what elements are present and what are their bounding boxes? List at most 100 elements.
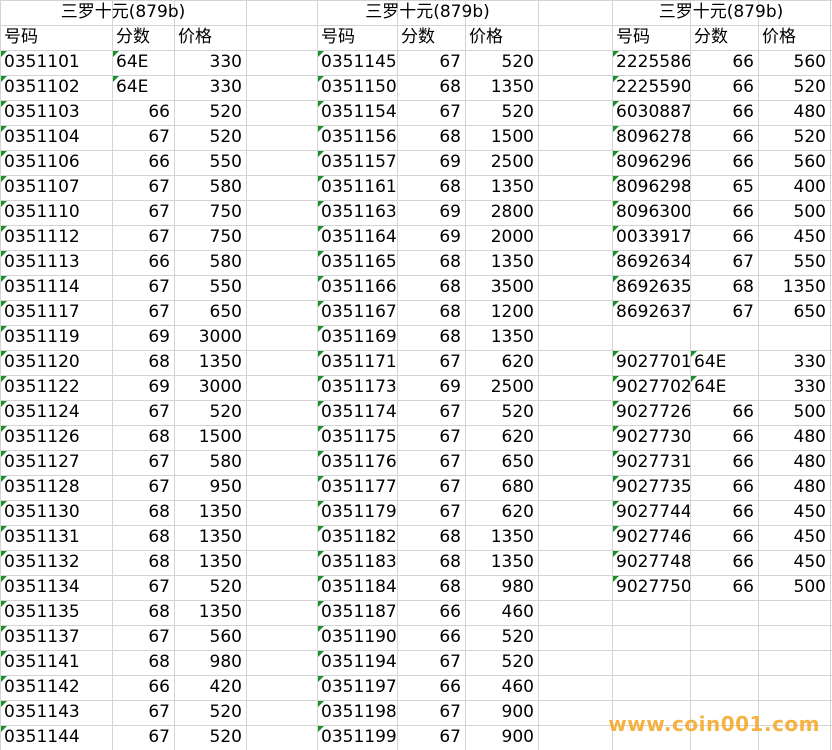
cell-price[interactable]: 1350	[174, 525, 246, 550]
cell-number[interactable]: 0351130	[0, 500, 112, 525]
cell-price[interactable]: 580	[174, 450, 246, 475]
cell-grade[interactable]: 69	[112, 375, 174, 400]
cell-grade[interactable]: 68	[397, 250, 465, 275]
cell-number[interactable]: 8096278	[612, 125, 690, 150]
cell-grade[interactable]: 66	[397, 675, 465, 700]
cell-number[interactable]: 9027701	[612, 350, 690, 375]
cell-grade[interactable]: 67	[112, 275, 174, 300]
cell-number[interactable]: 8096300	[612, 200, 690, 225]
cell-grade[interactable]: 67	[690, 300, 758, 325]
cell-price[interactable]: 520	[465, 50, 538, 75]
cell-price[interactable]: 500	[758, 400, 830, 425]
cell-grade[interactable]	[690, 325, 758, 350]
cell-grade[interactable]: 66	[690, 225, 758, 250]
cell-price[interactable]: 2500	[465, 150, 538, 175]
cell-number[interactable]: 0351163	[317, 200, 397, 225]
cell-price[interactable]: 2000	[465, 225, 538, 250]
cell-number[interactable]: 0351150	[317, 75, 397, 100]
cell-number[interactable]: 0351156	[317, 125, 397, 150]
cell-price[interactable]: 1350	[174, 350, 246, 375]
cell-grade[interactable]: 67	[397, 475, 465, 500]
cell-price[interactable]: 580	[174, 250, 246, 275]
cell-price[interactable]: 480	[758, 475, 830, 500]
cell-grade[interactable]: 67	[112, 200, 174, 225]
cell-price[interactable]: 520	[174, 700, 246, 725]
cell-number[interactable]: 0351175	[317, 425, 397, 450]
cell-price[interactable]: 1500	[174, 425, 246, 450]
cell-price[interactable]: 3500	[465, 275, 538, 300]
cell-price[interactable]: 550	[758, 250, 830, 275]
cell-price[interactable]: 750	[174, 225, 246, 250]
cell-grade[interactable]: 66	[112, 150, 174, 175]
cell-grade[interactable]: 68	[112, 350, 174, 375]
cell-price[interactable]: 560	[174, 625, 246, 650]
cell-grade[interactable]: 67	[397, 50, 465, 75]
cell-number[interactable]: 0351183	[317, 550, 397, 575]
cell-price[interactable]	[758, 325, 830, 350]
cell-price[interactable]: 520	[174, 100, 246, 125]
cell-price[interactable]: 520	[758, 75, 830, 100]
cell-number[interactable]: 9027746	[612, 525, 690, 550]
cell-price[interactable]: 650	[174, 300, 246, 325]
cell-grade[interactable]: 68	[112, 650, 174, 675]
cell-grade[interactable]: 68	[112, 525, 174, 550]
cell-price[interactable]: 2500	[465, 375, 538, 400]
cell-number[interactable]: 0351177	[317, 475, 397, 500]
cell-number[interactable]: 0351135	[0, 600, 112, 625]
cell-grade[interactable]: 66	[690, 75, 758, 100]
cell-price[interactable]: 1350	[465, 175, 538, 200]
cell-number[interactable]: 0351157	[317, 150, 397, 175]
cell-price[interactable]: 450	[758, 500, 830, 525]
cell-grade[interactable]: 68	[690, 275, 758, 300]
cell-price[interactable]: 2800	[465, 200, 538, 225]
cell-grade[interactable]: 66	[690, 50, 758, 75]
cell-price[interactable]: 650	[758, 300, 830, 325]
cell-number[interactable]: 0351137	[0, 625, 112, 650]
cell-price[interactable]: 1350	[174, 500, 246, 525]
cell-price[interactable]: 330	[758, 375, 830, 400]
cell-number[interactable]: 8692635	[612, 275, 690, 300]
cell-price[interactable]: 480	[758, 100, 830, 125]
cell-grade[interactable]: 67	[397, 700, 465, 725]
cell-price[interactable]: 1350	[465, 250, 538, 275]
cell-price[interactable]: 500	[758, 200, 830, 225]
cell-number[interactable]: 0351113	[0, 250, 112, 275]
cell-grade[interactable]: 69	[397, 150, 465, 175]
cell-price[interactable]: 520	[174, 725, 246, 750]
cell-grade[interactable]: 66	[690, 400, 758, 425]
cell-grade[interactable]: 66	[690, 200, 758, 225]
cell-grade[interactable]: 64E	[690, 375, 758, 400]
cell-grade[interactable]: 67	[690, 250, 758, 275]
cell-grade[interactable]: 68	[112, 500, 174, 525]
cell-price[interactable]: 330	[758, 350, 830, 375]
cell-grade[interactable]: 68	[112, 600, 174, 625]
cell-price[interactable]: 400	[758, 175, 830, 200]
cell-number[interactable]: 0351143	[0, 700, 112, 725]
cell-price[interactable]: 620	[465, 425, 538, 450]
cell-grade[interactable]: 66	[397, 625, 465, 650]
cell-grade[interactable]: 66	[690, 475, 758, 500]
cell-grade[interactable]: 67	[397, 400, 465, 425]
cell-number[interactable]: 0351102	[0, 75, 112, 100]
cell-grade[interactable]: 66	[690, 525, 758, 550]
cell-price[interactable]: 750	[174, 200, 246, 225]
cell-number[interactable]: 9027730	[612, 425, 690, 450]
cell-number[interactable]: 0351144	[0, 725, 112, 750]
cell-number[interactable]: 2225590	[612, 75, 690, 100]
cell-number[interactable]: 0351132	[0, 550, 112, 575]
cell-grade[interactable]: 68	[397, 525, 465, 550]
cell-number[interactable]: 0351197	[317, 675, 397, 700]
cell-number[interactable]: 0351124	[0, 400, 112, 425]
cell-grade[interactable]: 67	[397, 450, 465, 475]
cell-number[interactable]: 0351106	[0, 150, 112, 175]
cell-number[interactable]: 0351126	[0, 425, 112, 450]
cell-price[interactable]: 980	[465, 575, 538, 600]
cell-number[interactable]: 0351167	[317, 300, 397, 325]
cell-number[interactable]: 0351120	[0, 350, 112, 375]
cell-number[interactable]: 6030887	[612, 100, 690, 125]
cell-price[interactable]: 520	[174, 400, 246, 425]
cell-price[interactable]: 1350	[758, 275, 830, 300]
cell-number[interactable]: 0351166	[317, 275, 397, 300]
cell-price[interactable]: 3000	[174, 325, 246, 350]
cell-grade[interactable]: 69	[397, 200, 465, 225]
